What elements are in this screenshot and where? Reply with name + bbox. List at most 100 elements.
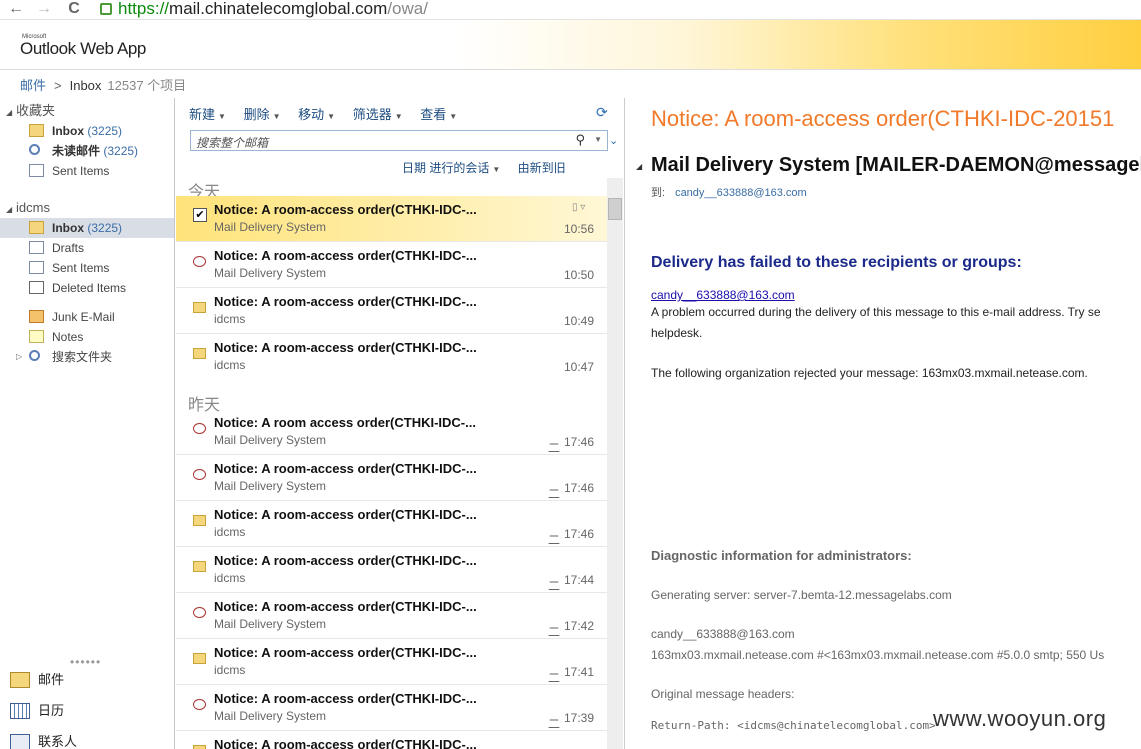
- search-input[interactable]: 搜索整个邮箱 ⚲ ▼: [190, 130, 608, 151]
- inbox-icon: [29, 124, 44, 137]
- message-subject: Notice: A room-access order(CTHKI-IDC-..…: [214, 507, 477, 522]
- folder-sent-items[interactable]: Sent Items: [0, 258, 174, 278]
- module-calendar[interactable]: 日历: [0, 696, 174, 726]
- breadcrumb-root[interactable]: 邮件: [20, 78, 46, 93]
- failed-recipient-link[interactable]: candy__633888@163.com: [651, 288, 1141, 302]
- contacts-icon: [10, 734, 30, 749]
- favorite-sent-items[interactable]: Sent Items: [0, 161, 174, 181]
- chevron-down-icon[interactable]: ▼: [594, 135, 602, 144]
- folder-drafts[interactable]: Drafts: [0, 238, 174, 258]
- watermark: www.wooyun.org: [933, 706, 1107, 731]
- message-time: 10:56: [564, 222, 595, 236]
- inbox-icon: [29, 221, 44, 234]
- browser-toolbar: ← → C https://mail.chinatelecomglobal.co…: [0, 0, 1141, 20]
- scrollbar-track[interactable]: [607, 178, 623, 749]
- message-sender: Mail Delivery System: [214, 479, 327, 493]
- envelope-icon: [193, 745, 206, 749]
- recipient-link[interactable]: candy__633888@163.com: [675, 187, 807, 199]
- message-row[interactable]: Notice: A room-access order(CTHKI-IDC-..…: [176, 242, 607, 288]
- address-bar[interactable]: https://mail.chinatelecomglobal.com/owa/: [100, 0, 428, 20]
- envelope-icon: [193, 515, 206, 526]
- collapse-header-icon[interactable]: ◢: [636, 162, 642, 171]
- message-row[interactable]: ✔ Notice: A room-access order(CTHKI-IDC-…: [176, 196, 607, 242]
- message-time: 17:44: [564, 573, 595, 587]
- recipient-line: 到: candy__633888@163.com: [651, 187, 807, 199]
- view-button[interactable]: 查看 ▼: [420, 107, 457, 122]
- folder-inbox[interactable]: Inbox (3225): [0, 218, 174, 238]
- breadcrumb: 邮件 > Inbox 12537 个项目: [20, 75, 186, 93]
- sort-order-button[interactable]: 由新到旧: [518, 161, 566, 175]
- new-button[interactable]: 新建 ▼: [189, 107, 226, 122]
- message-row[interactable]: Notice: A room-access order(CTHKI-IDC-..…: [176, 547, 607, 593]
- mailbox-header[interactable]: ◢ idcms: [0, 198, 174, 218]
- ndr-icon: [193, 423, 206, 434]
- message-list-pane: 新建 ▼ 删除 ▼ 移动 ▼ 筛选器 ▼ 查看 ▼ ⟳ 搜索整个邮箱 ⚲ ▼ ⌄ 日期 进…: [176, 98, 625, 749]
- sort-by-dropdown[interactable]: 日期 进行的会话 ▼: [402, 161, 500, 175]
- envelope-icon: [193, 302, 206, 313]
- favorite-inbox[interactable]: Inbox (3225): [0, 121, 174, 141]
- module-mail[interactable]: 邮件: [0, 665, 174, 695]
- folder-notes[interactable]: Notes: [0, 327, 174, 347]
- message-row[interactable]: Notice: A room-access order(CTHKI-IDC-..…: [176, 455, 607, 501]
- breadcrumb-folder: Inbox: [69, 78, 102, 93]
- message-time: 17:39: [564, 711, 595, 725]
- message-row[interactable]: Notice: A room-access order(CTHKI-IDC-..…: [176, 334, 607, 380]
- message-row[interactable]: Notice: A room-access order(CTHKI-IDC-..…: [176, 593, 607, 639]
- favorite-unread[interactable]: 未读邮件 (3225): [0, 141, 174, 161]
- message-row[interactable]: Notice: A room-access order(CTHKI-IDC-..…: [176, 288, 607, 334]
- message-subject: Notice: A room-access order(CTHKI-IDC-..…: [214, 340, 477, 355]
- message-subject-heading: Notice: A room-access order(CTHKI-IDC-20…: [651, 106, 1115, 131]
- list-toolbar: 新建 ▼ 删除 ▼ 移动 ▼ 筛选器 ▼ 查看 ▼: [189, 104, 471, 122]
- lock-icon: [100, 3, 112, 15]
- expand-icon[interactable]: ▷: [16, 347, 22, 367]
- message-time: 17:42: [564, 619, 595, 633]
- message-time: 10:50: [564, 268, 595, 282]
- message-time: 17:46: [564, 527, 595, 541]
- message-row[interactable]: Notice: A room-access order(CTHKI-IDC-..…: [176, 731, 607, 749]
- folder-deleted-items[interactable]: Deleted Items: [0, 278, 174, 298]
- search-folder-icon: [29, 144, 40, 155]
- message-subject: Notice: A room-access order(CTHKI-IDC-..…: [214, 553, 477, 568]
- message-time: 17:46: [564, 435, 595, 449]
- group-header-yesterday: 昨天: [188, 397, 221, 414]
- back-icon[interactable]: ←: [6, 0, 26, 20]
- move-button[interactable]: 移动 ▼: [298, 107, 335, 122]
- envelope-icon: [193, 348, 206, 359]
- message-time: 17:41: [564, 665, 595, 679]
- message-sender: idcms: [214, 525, 246, 539]
- message-day: 二: [548, 625, 561, 639]
- original-headers-label: Original message headers:: [651, 687, 795, 701]
- filter-button[interactable]: 筛选器 ▼: [353, 107, 403, 122]
- drafts-icon: [29, 241, 44, 254]
- refresh-icon[interactable]: ⟳: [596, 104, 612, 120]
- message-subject: Notice: A room-access order(CTHKI-IDC-..…: [214, 737, 477, 749]
- message-row[interactable]: Notice: A room-access order(CTHKI-IDC-..…: [176, 501, 607, 547]
- reading-pane: Notice: A room-access order(CTHKI-IDC-20…: [626, 98, 1141, 749]
- sent-icon: [29, 261, 44, 274]
- collapse-icon[interactable]: ◢: [6, 200, 16, 220]
- delete-button[interactable]: 删除 ▼: [244, 107, 281, 122]
- module-contacts[interactable]: 联系人: [0, 727, 174, 749]
- message-row[interactable]: Notice: A room access order(CTHKI-IDC-..…: [176, 409, 607, 455]
- folder-search-folders[interactable]: ▷ 搜索文件夹: [0, 347, 174, 367]
- folder-junk-email[interactable]: Junk E-Mail: [0, 307, 174, 327]
- message-row[interactable]: Notice: A room-access order(CTHKI-IDC-..…: [176, 685, 607, 731]
- message-sender-heading[interactable]: Mail Delivery System [MAILER-DAEMON@mess…: [651, 154, 1141, 177]
- message-day: 二: [548, 579, 561, 593]
- ndr-icon: [193, 256, 206, 267]
- flag-icon[interactable]: ▯ ▿: [572, 202, 585, 213]
- reload-icon[interactable]: C: [64, 0, 84, 20]
- sort-bar: 日期 进行的会话 ▼ 由新到旧: [402, 159, 566, 175]
- item-count: 12537 个项目: [107, 78, 187, 93]
- scrollbar-thumb[interactable]: [608, 198, 622, 220]
- envelope-icon: [193, 561, 206, 572]
- message-row[interactable]: Notice: A room-access order(CTHKI-IDC-..…: [176, 639, 607, 685]
- collapse-icon[interactable]: ◢: [6, 103, 16, 123]
- ndr-icon: [193, 607, 206, 618]
- group-header-today: 今天: [188, 184, 221, 201]
- expand-search-icon[interactable]: ⌄: [609, 134, 618, 147]
- forward-icon[interactable]: →: [34, 0, 54, 20]
- search-icon[interactable]: ⚲: [575, 132, 585, 148]
- favorites-header[interactable]: ◢ 收藏夹: [0, 101, 174, 121]
- checkbox-checked-icon[interactable]: ✔: [193, 208, 207, 222]
